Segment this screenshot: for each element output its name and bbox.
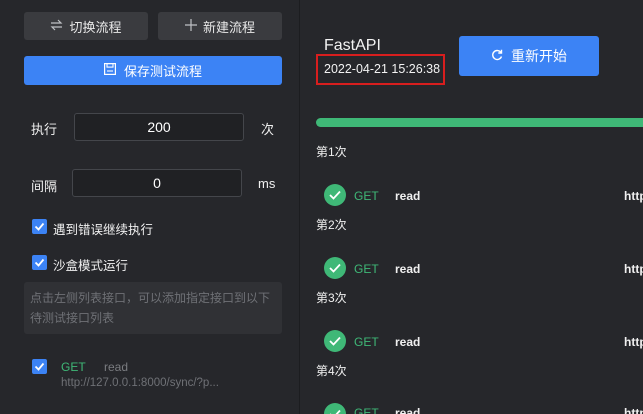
round-label: 第2次 xyxy=(316,218,347,232)
timestamp: 2022-04-21 15:26:38 xyxy=(324,62,441,76)
request-method: GET xyxy=(354,406,379,414)
success-icon xyxy=(324,330,346,352)
check-icon xyxy=(34,222,45,231)
save-icon xyxy=(103,63,116,78)
interval-label: 间隔 xyxy=(31,179,58,194)
continue-on-error-label: 遇到错误继续执行 xyxy=(53,223,154,237)
execute-unit: 次 xyxy=(261,122,275,137)
switch-flow-button[interactable]: 切换流程 xyxy=(24,12,148,40)
save-flow-label: 保存测试流程 xyxy=(123,64,202,79)
request-method: GET xyxy=(354,189,379,203)
request-method: GET xyxy=(354,335,379,349)
right-panel: FastAPI 2022-04-21 15:26:38 重新开始 第1次 GET… xyxy=(300,0,643,414)
app-title: FastAPI xyxy=(324,37,381,54)
api-item-name: read xyxy=(104,360,129,374)
request-name: read xyxy=(395,335,421,349)
execute-label: 执行 xyxy=(31,122,58,137)
new-flow-button[interactable]: 新建流程 xyxy=(158,12,282,40)
restart-button[interactable]: 重新开始 xyxy=(459,36,599,76)
sandbox-checkbox[interactable] xyxy=(32,255,47,270)
round-label: 第3次 xyxy=(316,291,347,305)
switch-flow-label: 切换流程 xyxy=(69,19,122,35)
request-url: http xyxy=(624,262,643,276)
hint-text: 点击左侧列表接口，可以添加指定接口到以下待测试接口列表 xyxy=(24,282,282,334)
save-flow-button[interactable]: 保存测试流程 xyxy=(24,56,282,85)
api-item-url: http://127.0.0.1:8000/sync/?p... xyxy=(61,377,219,389)
round-label: 第1次 xyxy=(316,145,347,159)
success-icon xyxy=(324,257,346,279)
interval-input[interactable]: 0 xyxy=(72,169,242,197)
request-name: read xyxy=(395,189,421,203)
check-icon xyxy=(34,362,45,371)
round-label: 第4次 xyxy=(316,364,347,378)
success-icon xyxy=(324,184,346,206)
request-url: http xyxy=(624,406,643,414)
left-panel: 切换流程 新建流程 保存测试流程 执行 200 次 间隔 0 ms 遇到错误继续… xyxy=(0,0,300,414)
interval-unit: ms xyxy=(258,176,276,191)
api-item-checkbox[interactable] xyxy=(32,359,47,374)
api-item-method: GET xyxy=(61,360,86,374)
progress-bar xyxy=(316,118,643,127)
progress-fill xyxy=(316,118,643,127)
execute-count-input[interactable]: 200 xyxy=(74,113,244,141)
request-method: GET xyxy=(354,262,379,276)
check-icon xyxy=(34,258,45,267)
success-icon xyxy=(324,403,346,414)
continue-on-error-checkbox[interactable] xyxy=(32,219,47,234)
plus-icon xyxy=(184,18,197,34)
request-url: http xyxy=(624,189,643,203)
switch-icon xyxy=(50,19,63,34)
request-name: read xyxy=(395,406,421,414)
new-flow-label: 新建流程 xyxy=(202,19,255,35)
request-url: http xyxy=(624,335,643,349)
request-name: read xyxy=(395,262,421,276)
refresh-icon xyxy=(491,48,503,64)
restart-label: 重新开始 xyxy=(511,48,567,64)
sandbox-label: 沙盒模式运行 xyxy=(53,259,129,273)
